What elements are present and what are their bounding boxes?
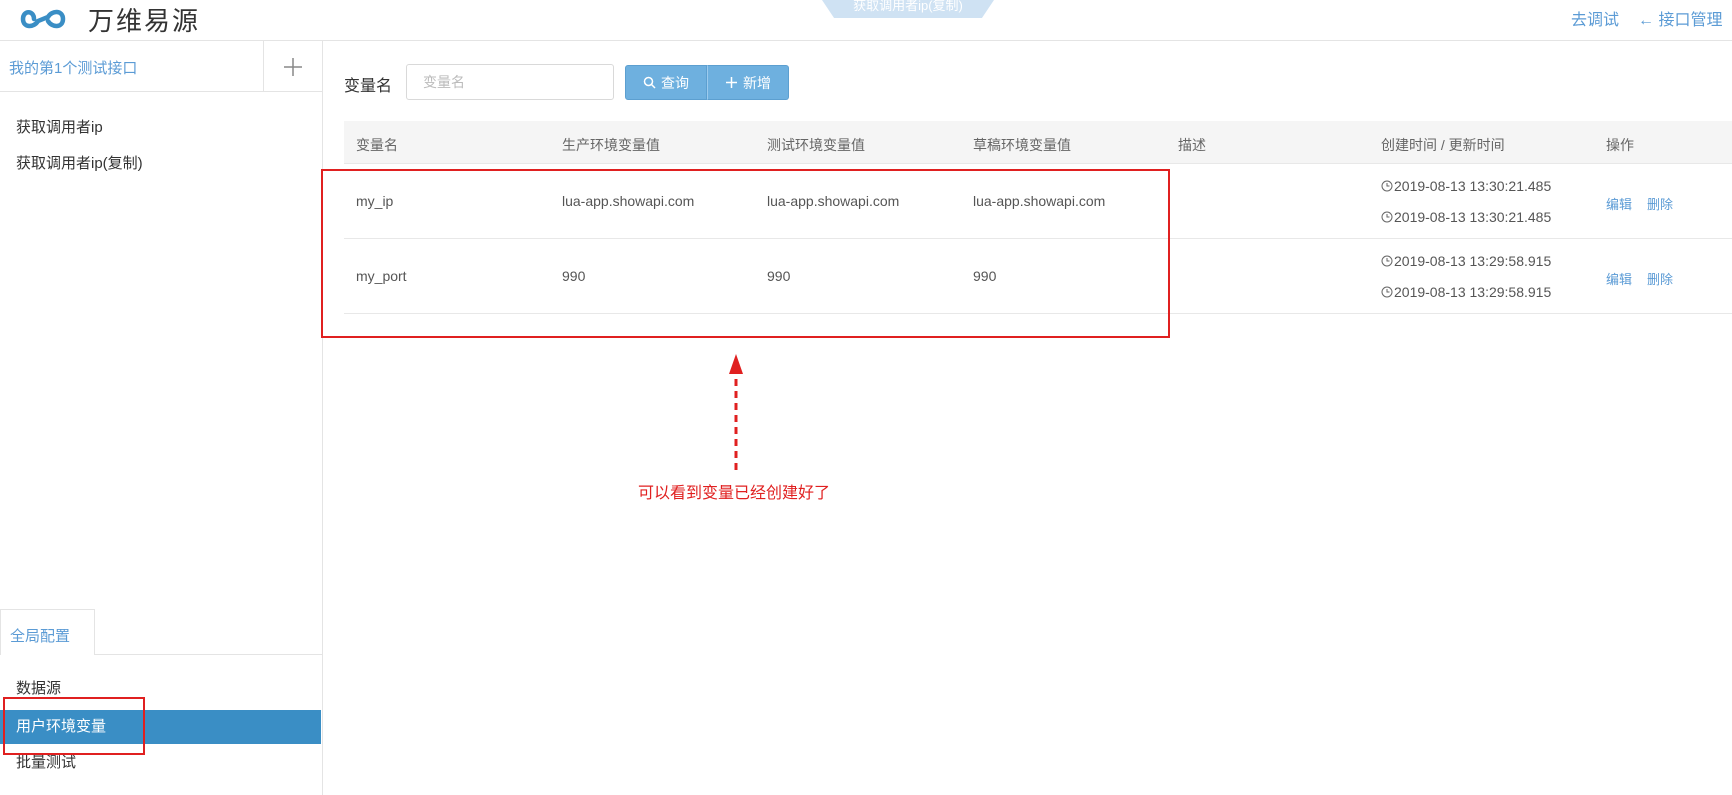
column-header-test: 测试环境变量值 [767,137,865,153]
updated-time: 2019-08-13 13:29:58.915 [1381,284,1551,300]
tab-global-config[interactable]: 全局配置 [0,609,95,655]
action-buttons: 查询 新增 [625,65,789,100]
sidebar-title[interactable]: 我的第1个测试接口 [9,57,137,78]
edit-link[interactable]: 编辑 [1606,194,1632,213]
plus-icon [726,77,737,88]
updated-time-value: 2019-08-13 13:30:21.485 [1394,209,1552,225]
created-time-value: 2019-08-13 13:30:21.485 [1394,178,1552,194]
sidebar-item-api[interactable]: 获取调用者ip [16,116,103,137]
highlight-box-sidebar [3,697,145,755]
delete-link[interactable]: 删除 [1647,194,1673,213]
search-label: 变量名 [344,78,393,95]
sidebar-header: 我的第1个测试接口 [0,41,322,92]
brand-logo[interactable]: 万维易源 [20,2,201,37]
divider [95,654,322,655]
column-header-desc: 描述 [1178,137,1206,153]
highlight-box-table [321,169,1170,338]
delete-link[interactable]: 删除 [1647,269,1673,288]
edit-link[interactable]: 编辑 [1606,269,1632,288]
column-header-prod: 生产环境变量值 [562,137,660,153]
column-header-actions: 操作 [1606,137,1634,153]
created-time: 2019-08-13 13:30:21.485 [1381,178,1551,194]
annotation-note: 可以看到变量已经创建好了 [638,485,831,502]
tab-global-config-label: 全局配置 [10,628,71,645]
search-icon [643,76,656,89]
brand-name: 万维易源 [88,6,201,37]
clock-icon [1381,211,1393,223]
clock-icon [1381,180,1393,192]
go-debug-link[interactable]: 去调试 [1571,6,1619,30]
created-time: 2019-08-13 13:29:58.915 [1381,253,1551,269]
infinity-logo-icon [20,9,66,29]
created-time-value: 2019-08-13 13:29:58.915 [1394,253,1552,269]
add-variable-button[interactable]: 新增 [707,65,789,100]
left-sidebar: 我的第1个测试接口 获取调用者ip 获取调用者ip(复制) 全局配置 数据源 用… [0,41,323,795]
plus-icon [284,57,302,76]
updated-time-value: 2019-08-13 13:29:58.915 [1394,284,1552,300]
variable-name-input[interactable] [406,64,614,100]
clock-icon [1381,286,1393,298]
top-header: 万维易源 获取调用者ip(复制) 去调试 ← 接口管理 [0,0,1732,41]
add-button-label: 新增 [743,74,771,91]
updated-time: 2019-08-13 13:30:21.485 [1381,209,1551,225]
sidebar-item-api-copy[interactable]: 获取调用者ip(复制) [16,152,143,173]
clock-icon [1381,255,1393,267]
column-header-draft: 草稿环境变量值 [973,137,1071,153]
api-management-link[interactable]: ← 接口管理 [1638,6,1722,30]
annotation-arrow-icon [729,354,743,470]
query-button[interactable]: 查询 [625,65,707,100]
query-button-label: 查询 [661,74,689,91]
column-header-name: 变量名 [356,137,398,153]
add-api-button[interactable] [263,41,322,92]
current-api-tab[interactable]: 获取调用者ip(复制) [822,0,994,18]
table-header: 变量名 生产环境变量值 测试环境变量值 草稿环境变量值 描述 创建时间 / 更新… [344,121,1732,164]
column-header-time: 创建时间 / 更新时间 [1381,137,1505,153]
